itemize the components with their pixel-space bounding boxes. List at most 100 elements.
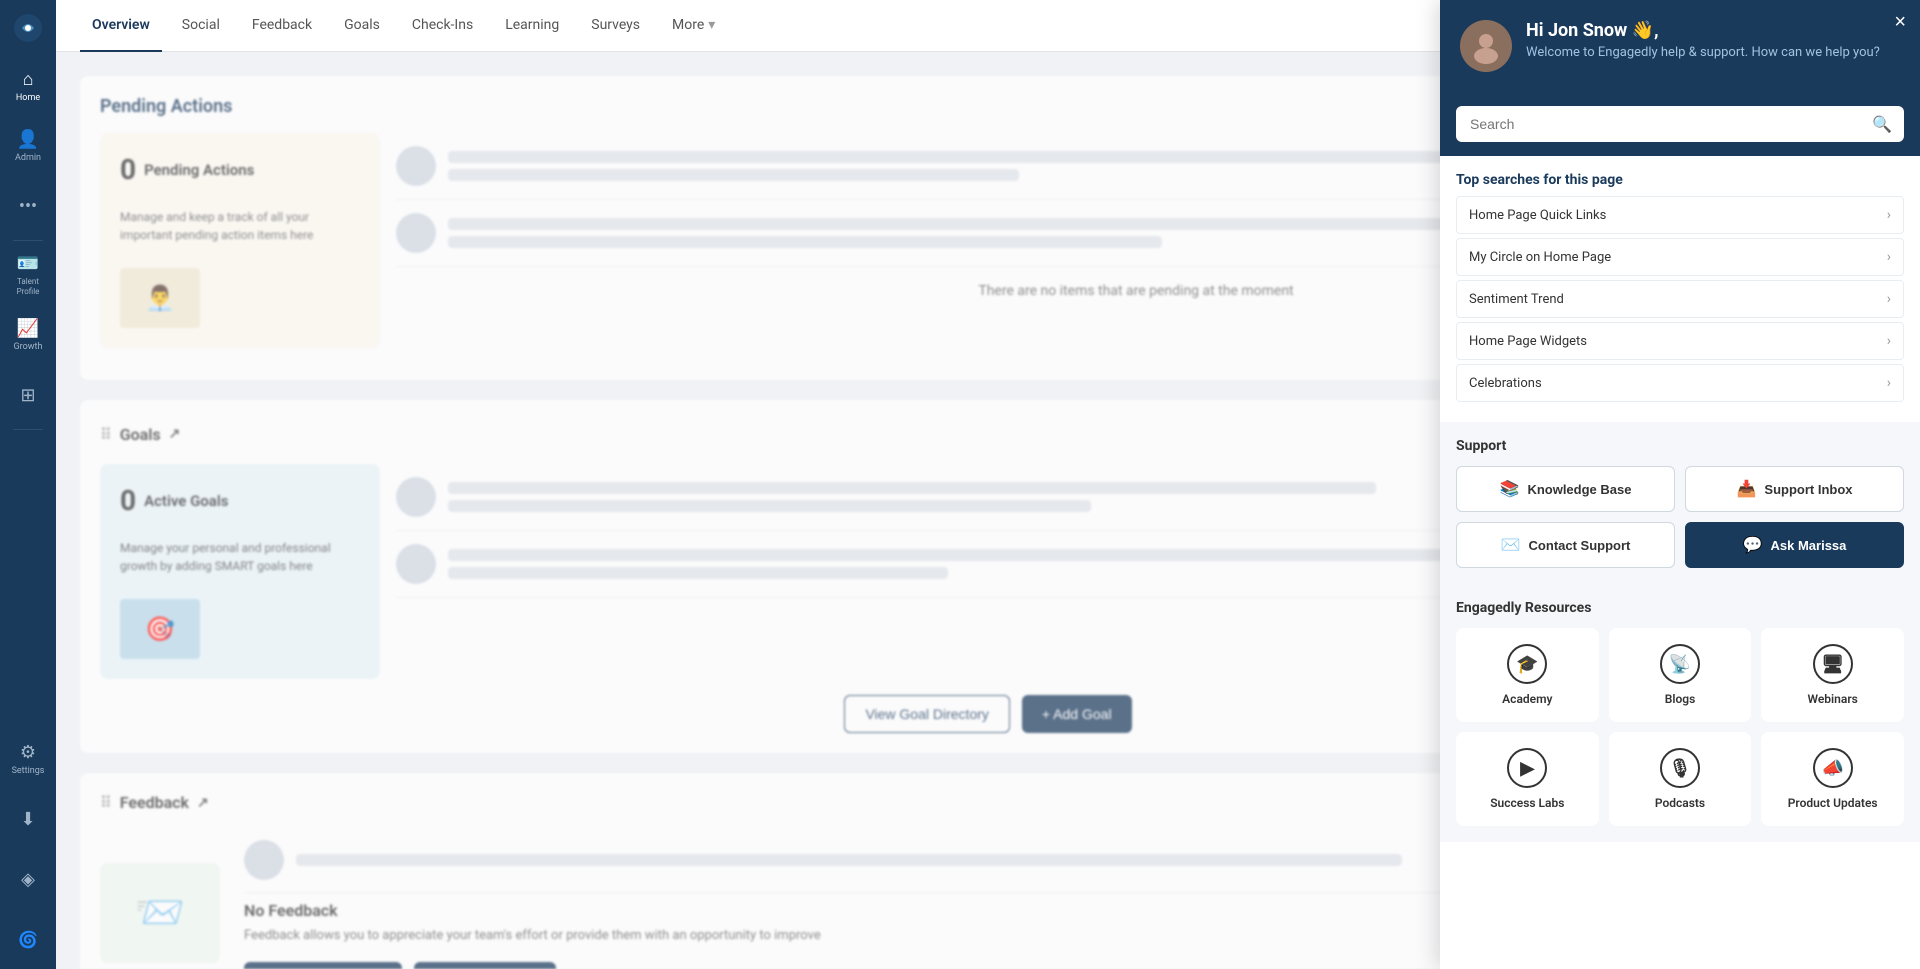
talent-icon: 🪪 — [17, 253, 39, 274]
podcast-icon: 🎙 — [1660, 748, 1700, 788]
megaphone-icon: 📣 — [1813, 748, 1853, 788]
sidebar-settings-label: Settings — [12, 766, 45, 776]
goals-count: 0 — [120, 484, 136, 517]
search-item-home-page-widgets[interactable]: Home Page Widgets › — [1456, 322, 1904, 360]
support-inbox-button[interactable]: 📥 Support Inbox — [1685, 466, 1904, 512]
pending-title: Pending Actions — [144, 161, 254, 179]
broadcast-icon: 📡 — [1660, 644, 1700, 684]
sidebar-item-admin-label: Admin — [15, 153, 41, 163]
contact-support-button[interactable]: ✉️ Contact Support — [1456, 522, 1675, 568]
view-goal-directory-button[interactable]: View Goal Directory — [844, 695, 1009, 733]
sidebar-talent-label: TalentProfile — [17, 277, 40, 296]
tab-goals[interactable]: Goals — [332, 0, 392, 52]
sidebar-item-growth[interactable]: 📈 Growth — [0, 305, 56, 365]
feedback-title: Feedback — [120, 793, 189, 812]
help-search-wrap: 🔍 — [1440, 92, 1920, 156]
graduation-icon: 🎓 — [1507, 644, 1547, 684]
help-close-button[interactable]: × — [1894, 12, 1906, 32]
resource-podcasts[interactable]: 🎙 Podcasts — [1609, 732, 1752, 826]
tab-learning[interactable]: Learning — [493, 0, 571, 52]
app-logo[interactable] — [0, 0, 56, 56]
top-searches-title: Top searches for this page — [1456, 172, 1904, 188]
sidebar-item-more[interactable]: ••• — [0, 176, 56, 236]
sidebar-item-home-label: Home — [16, 93, 40, 103]
resource-product-updates[interactable]: 📣 Product Updates — [1761, 732, 1904, 826]
help-greeting-sub: Welcome to Engagedly help & support. How… — [1526, 45, 1900, 60]
goals-card-description: Manage your personal and professional gr… — [120, 539, 360, 575]
help-search-input[interactable] — [1456, 106, 1904, 142]
resource-webinars[interactable]: 🖥 Webinars — [1761, 628, 1904, 722]
goals-title: Goals — [120, 425, 161, 444]
home-icon: ⌂ — [23, 69, 34, 90]
sidebar-growth-label: Growth — [14, 342, 43, 352]
help-greeting: Hi Jon Snow 👋, Welcome to Engagedly help… — [1526, 20, 1900, 60]
search-icon: 🔍 — [1872, 115, 1892, 134]
book-icon: 📚 — [1500, 479, 1520, 499]
tab-check-ins[interactable]: Check-Ins — [400, 0, 485, 52]
knowledge-base-button[interactable]: 📚 Knowledge Base — [1456, 466, 1675, 512]
tab-overview[interactable]: Overview — [80, 0, 162, 52]
feedback-header-left: ⠿ Feedback ↗ — [100, 793, 209, 812]
help-search-container: 🔍 — [1456, 106, 1904, 142]
resource-academy[interactable]: 🎓 Academy — [1456, 628, 1599, 722]
sidebar-divider — [13, 240, 43, 241]
share-feedback-button[interactable]: Share Feedback — [414, 962, 557, 969]
goals-drag-handle[interactable]: ⠿ — [100, 425, 112, 444]
chevron-right-icon-0: › — [1887, 207, 1891, 223]
email-icon: ✉️ — [1501, 535, 1521, 555]
sidebar: ⌂ Home 👤 Admin ••• 🪪 TalentProfile 📈 Gro… — [0, 0, 56, 969]
sidebar-item-admin[interactable]: 👤 Admin — [0, 116, 56, 176]
sidebar-item-download[interactable]: ⬇ — [0, 789, 56, 849]
sidebar-item-grid[interactable]: ⊞ — [0, 365, 56, 425]
admin-icon: 👤 — [17, 129, 39, 150]
tab-social[interactable]: Social — [170, 0, 232, 52]
add-goal-button[interactable]: + Add Goal — [1022, 695, 1132, 733]
help-avatar — [1460, 20, 1512, 72]
ask-marissa-button[interactable]: 💬 Ask Marissa — [1685, 522, 1904, 568]
config-icon: ◈ — [21, 869, 35, 890]
pending-count: 0 — [120, 153, 136, 186]
goals-card-title: Active Goals — [144, 492, 228, 510]
search-item-sentiment-trend[interactable]: Sentiment Trend › — [1456, 280, 1904, 318]
feedback-link-icon[interactable]: ↗ — [197, 795, 209, 811]
goals-link-icon[interactable]: ↗ — [169, 426, 181, 442]
sidebar-item-logo-bottom[interactable]: 🌀 — [0, 909, 56, 969]
chat-icon: 💬 — [1743, 535, 1763, 555]
chevron-right-icon-1: › — [1887, 249, 1891, 265]
download-icon: ⬇ — [20, 809, 35, 830]
sidebar-item-config[interactable]: ◈ — [0, 849, 56, 909]
video-icon: 🖥 — [1813, 644, 1853, 684]
play-icon: ▶ — [1507, 748, 1547, 788]
resource-blogs[interactable]: 📡 Blogs — [1609, 628, 1752, 722]
feedback-image: 📨 — [100, 863, 220, 963]
chevron-right-icon-3: › — [1887, 333, 1891, 349]
search-item-celebrations[interactable]: Celebrations › — [1456, 364, 1904, 402]
growth-icon: 📈 — [17, 318, 39, 339]
help-header: Hi Jon Snow 👋, Welcome to Engagedly help… — [1440, 0, 1920, 92]
sidebar-item-talent-profile[interactable]: 🪪 TalentProfile — [0, 245, 56, 305]
resources-section-title: Engagedly Resources — [1456, 600, 1904, 616]
resource-success-labs[interactable]: ▶ Success Labs — [1456, 732, 1599, 826]
search-item-my-circle-on-home-page[interactable]: My Circle on Home Page › — [1456, 238, 1904, 276]
tab-feedback[interactable]: Feedback — [240, 0, 324, 52]
help-support-section: Support 📚 Knowledge Base 📥 Support Inbox… — [1440, 422, 1920, 584]
more-icon: ••• — [19, 196, 37, 217]
settings-icon: ⚙ — [20, 742, 36, 763]
help-panel: Hi Jon Snow 👋, Welcome to Engagedly help… — [1440, 0, 1920, 969]
tab-surveys[interactable]: Surveys — [579, 0, 652, 52]
chevron-right-icon-4: › — [1887, 375, 1891, 391]
grid-icon: ⊞ — [20, 385, 35, 406]
sidebar-divider-2 — [13, 429, 43, 430]
feedback-drag-handle[interactable]: ⠿ — [100, 793, 112, 812]
help-top-searches: Top searches for this page Home Page Qui… — [1440, 156, 1920, 422]
sidebar-item-settings[interactable]: ⚙ Settings — [0, 729, 56, 789]
tab-more[interactable]: More ▾ — [660, 0, 727, 52]
search-item-home-page-quick-links[interactable]: Home Page Quick Links › — [1456, 196, 1904, 234]
goals-header-left: ⠿ Goals ↗ — [100, 425, 180, 444]
chevron-right-icon-2: › — [1887, 291, 1891, 307]
inbox-icon: 📥 — [1736, 479, 1756, 499]
support-buttons-grid: 📚 Knowledge Base 📥 Support Inbox ✉️ Cont… — [1456, 466, 1904, 568]
sidebar-item-home[interactable]: ⌂ Home — [0, 56, 56, 116]
help-resources-section: Engagedly Resources 🎓 Academy 📡 Blogs 🖥 … — [1440, 584, 1920, 842]
request-feedback-button[interactable]: Request Feedback — [244, 962, 402, 969]
